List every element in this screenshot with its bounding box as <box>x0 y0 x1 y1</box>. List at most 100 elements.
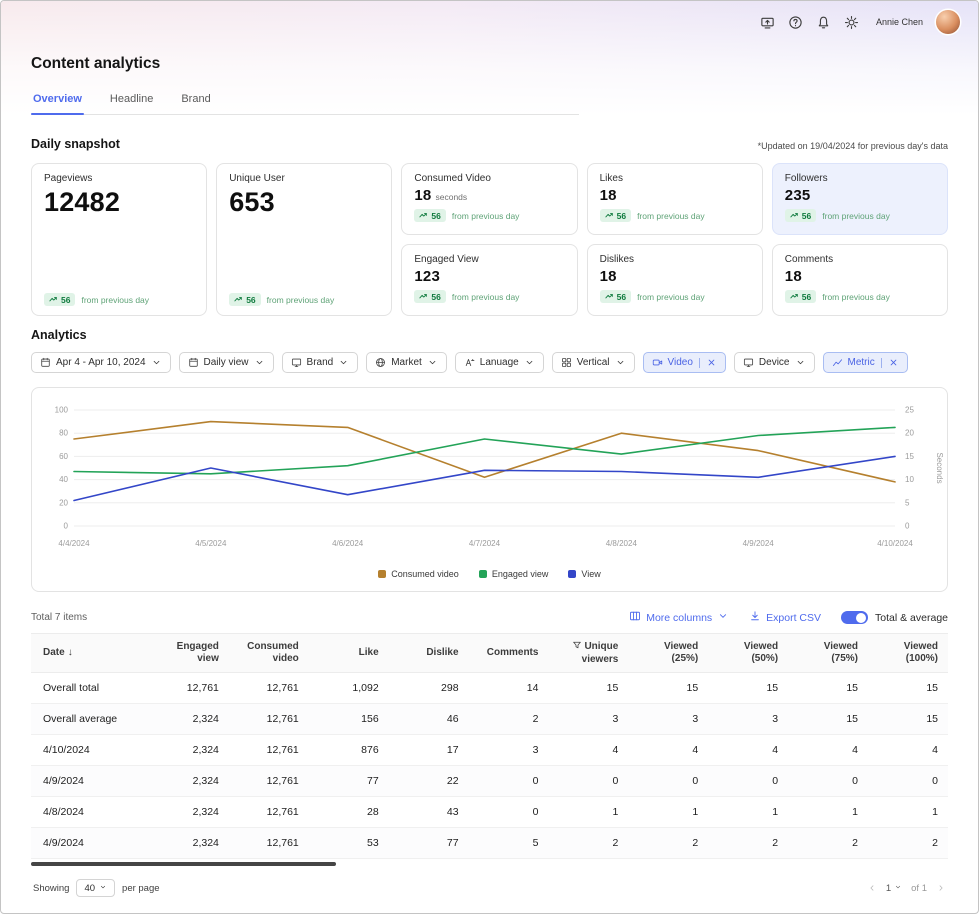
chevron-down-icon <box>427 357 438 368</box>
page-number: 1 <box>886 883 891 894</box>
column-header-comments[interactable]: Comments <box>469 634 549 673</box>
delta-badge: 56 <box>44 293 75 306</box>
table-cell: 15 <box>788 673 868 704</box>
delta-note: from previous day <box>452 211 520 221</box>
table-row[interactable]: Overall total12,76112,7611,0922981415151… <box>31 673 948 704</box>
column-header-unique-viewers[interactable]: Unique viewers <box>548 634 628 673</box>
delta-note: from previous day <box>267 295 335 305</box>
table-cell: 15 <box>868 673 948 704</box>
screen-share-icon[interactable] <box>760 15 775 30</box>
table-cell: 4 <box>708 735 788 766</box>
filter-chip-apr-4-apr-10-2024[interactable]: Apr 4 - Apr 10, 2024 <box>31 352 171 373</box>
globe-icon <box>375 357 386 368</box>
help-icon[interactable] <box>788 15 803 30</box>
column-header-viewed-100[interactable]: Viewed (100%) <box>868 634 948 673</box>
svg-text:80: 80 <box>59 429 68 438</box>
delta-badge: 56 <box>414 290 445 303</box>
column-header-viewed-75[interactable]: Viewed (75%) <box>788 634 868 673</box>
table-summary: Total 7 items <box>31 612 87 623</box>
more-columns-button[interactable]: More columns <box>629 610 729 625</box>
filter-chip-market[interactable]: Market <box>366 352 447 373</box>
legend-label: Consumed video <box>391 569 459 579</box>
trend-up-icon <box>790 211 799 220</box>
filter-chip-daily-view[interactable]: Daily view <box>179 352 274 373</box>
column-header-like[interactable]: Like <box>309 634 389 673</box>
legend-label: View <box>581 569 600 579</box>
chevron-down-icon <box>99 883 107 891</box>
filter-icon <box>572 640 582 650</box>
table-cell: 1,092 <box>309 673 389 704</box>
calendar-icon <box>40 357 51 368</box>
svg-text:4/5/2024: 4/5/2024 <box>195 539 227 548</box>
table-row[interactable]: 4/8/20242,32412,7612843011111 <box>31 797 948 828</box>
broadcast-icon <box>760 15 775 30</box>
chevron-down-icon <box>615 357 626 368</box>
chevron-down-icon <box>338 357 349 368</box>
column-header-consumed-video[interactable]: Consumed video <box>229 634 309 673</box>
chevron-left-icon <box>867 883 877 893</box>
table-cell: 298 <box>389 673 469 704</box>
calendar-icon <box>188 357 199 368</box>
tab-overview[interactable]: Overview <box>31 88 84 114</box>
card-label: Engaged View <box>414 254 564 265</box>
export-csv-label: Export CSV <box>766 612 821 624</box>
filter-label: Vertical <box>577 357 610 368</box>
filter-chip-brand[interactable]: Brand <box>282 352 359 373</box>
table-cell: 12,761 <box>229 673 309 704</box>
table-cell: 12,761 <box>229 766 309 797</box>
snapshot-card-dislikes: Dislikes1856from previous day <box>587 244 763 316</box>
table-cell: 12,761 <box>229 735 309 766</box>
column-header-dislike[interactable]: Dislike <box>389 634 469 673</box>
updated-note: *Updated on 19/04/2024 for previous day'… <box>758 141 948 151</box>
svg-text:Seconds: Seconds <box>935 452 943 483</box>
table-cell: 0 <box>548 766 628 797</box>
delta-badge: 56 <box>785 290 816 303</box>
page-number-select[interactable]: 1 <box>886 883 902 894</box>
svg-text:25: 25 <box>905 406 914 415</box>
tab-brand[interactable]: Brand <box>179 88 212 114</box>
toggle-switch[interactable] <box>841 611 868 625</box>
prev-page-button[interactable] <box>867 883 877 893</box>
gear-icon[interactable] <box>844 15 859 30</box>
filter-chip-lanuage[interactable]: Lanuage <box>455 352 544 373</box>
tab-headline[interactable]: Headline <box>108 88 155 114</box>
table-cell: 4/9/2024 <box>31 766 149 797</box>
filter-chip-metric[interactable]: Metric <box>823 352 908 373</box>
trend-up-icon <box>234 295 243 304</box>
bell-icon[interactable] <box>816 15 831 30</box>
video-icon <box>652 357 663 368</box>
table-cell: 4/9/2024 <box>31 828 149 859</box>
legend-marker-icon <box>378 570 386 578</box>
page-size-select[interactable]: 40 <box>76 879 115 897</box>
column-header-engaged-view[interactable]: Engaged view <box>149 634 229 673</box>
filter-chip-device[interactable]: Device <box>734 352 815 373</box>
next-page-button[interactable] <box>936 883 946 893</box>
snapshot-card-likes: Likes1856from previous day <box>587 163 763 235</box>
column-header-viewed-50[interactable]: Viewed (50%) <box>708 634 788 673</box>
total-average-toggle[interactable]: Total & average <box>841 611 948 625</box>
table-cell: 28 <box>309 797 389 828</box>
card-label: Likes <box>600 173 750 184</box>
chevron-down-icon <box>151 357 162 368</box>
legend-item-view[interactable]: View <box>568 569 600 579</box>
card-value: 12482 <box>44 187 194 218</box>
filter-chip-vertical[interactable]: Vertical <box>552 352 635 373</box>
grid-icon <box>561 357 572 368</box>
user-avatar[interactable] <box>936 10 960 34</box>
svg-text:4/10/2024: 4/10/2024 <box>877 539 913 548</box>
table-row[interactable]: Overall average2,32412,7611564623331515 <box>31 704 948 735</box>
legend-item-consumed-video[interactable]: Consumed video <box>378 569 459 579</box>
table-row[interactable]: 4/9/20242,32412,7617722000000 <box>31 766 948 797</box>
page-count-label: of 1 <box>911 883 927 894</box>
table-cell: 0 <box>469 766 549 797</box>
export-csv-button[interactable]: Export CSV <box>749 610 821 625</box>
table-row[interactable]: 4/9/20242,32412,7615377522222 <box>31 828 948 859</box>
filter-chip-video[interactable]: Video <box>643 352 726 373</box>
column-header-date[interactable]: Date↓ <box>31 634 149 673</box>
metric-icon <box>832 357 843 368</box>
legend-item-engaged-view[interactable]: Engaged view <box>479 569 549 579</box>
table-row[interactable]: 4/10/20242,32412,76187617344444 <box>31 735 948 766</box>
column-header-viewed-25[interactable]: Viewed (25%) <box>628 634 708 673</box>
trend-up-icon <box>605 211 614 220</box>
download-icon <box>749 610 761 625</box>
